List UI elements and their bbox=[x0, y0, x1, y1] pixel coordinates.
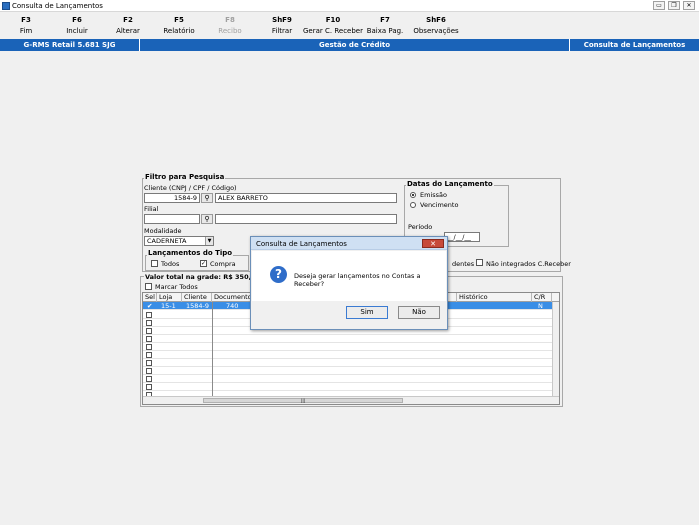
cliente-code-input[interactable]: 1584-9 bbox=[144, 193, 200, 203]
column-divider bbox=[212, 302, 213, 396]
row-select-checkbox[interactable] bbox=[146, 360, 152, 366]
row-select-checkbox[interactable] bbox=[146, 328, 152, 334]
todos-label: Todos bbox=[161, 260, 180, 268]
row-loja: 15-1 bbox=[161, 302, 176, 310]
row-select-checkbox[interactable] bbox=[146, 376, 152, 382]
cliente-name-input[interactable]: ALEX BARRETO bbox=[215, 193, 397, 203]
marcar-todos-label: Marcar Todos bbox=[155, 283, 198, 291]
filial-code-input[interactable] bbox=[144, 214, 200, 224]
row-select-checkbox[interactable] bbox=[146, 384, 152, 390]
row-cr: N bbox=[538, 302, 543, 310]
col-cr[interactable]: C/R bbox=[532, 293, 552, 302]
datas-group-title: Datas do Lançamento bbox=[406, 180, 494, 188]
cliente-label: Cliente (CNPJ / CPF / Código) bbox=[144, 184, 237, 192]
row-select-checkbox[interactable] bbox=[146, 312, 152, 318]
col-cliente[interactable]: Cliente bbox=[182, 293, 212, 302]
restore-icon[interactable]: ❐ bbox=[668, 1, 680, 10]
nao-button[interactable]: Não bbox=[398, 306, 440, 319]
dialog-close-icon[interactable]: ✕ bbox=[422, 239, 444, 248]
col-historico[interactable]: Histórico bbox=[457, 293, 532, 302]
close-icon[interactable]: ✕ bbox=[683, 1, 695, 10]
app-version: G-RMS Retail 5.681 SJG bbox=[0, 39, 140, 51]
modalidade-select[interactable]: CADERNETA ▼ bbox=[144, 236, 214, 246]
horizontal-scrollbar[interactable]: ||| bbox=[143, 396, 559, 404]
col-sel[interactable]: Sel bbox=[143, 293, 157, 302]
table-row[interactable] bbox=[143, 343, 553, 351]
filial-binoculars-icon[interactable]: ⚲ bbox=[201, 214, 213, 224]
table-row[interactable] bbox=[143, 375, 553, 383]
window-controls: ▭ ❐ ✕ bbox=[653, 1, 695, 10]
dialog-body: ? Deseja gerar lançamentos no Contas a R… bbox=[252, 251, 446, 301]
question-icon: ? bbox=[270, 266, 287, 283]
table-row[interactable] bbox=[143, 367, 553, 375]
filter-panel-title: Filtro para Pesquisa bbox=[144, 173, 226, 181]
total-label: Valor total na grade: R$ 350,00 bbox=[144, 273, 262, 281]
todos-checkbox[interactable] bbox=[151, 260, 158, 267]
filial-name-input[interactable] bbox=[215, 214, 397, 224]
row-select-checkbox[interactable] bbox=[146, 344, 152, 350]
table-row[interactable] bbox=[143, 351, 553, 359]
emissao-label: Emissão bbox=[420, 191, 447, 199]
sim-button[interactable]: Sim bbox=[346, 306, 388, 319]
marcar-todos-checkbox[interactable] bbox=[145, 283, 152, 290]
compra-checkbox[interactable]: ✓ bbox=[200, 260, 207, 267]
nao-integrados-label: Não integrados C.Receber bbox=[486, 260, 571, 268]
app-icon bbox=[2, 2, 10, 10]
toolbar-recibo-button[interactable]: F8 Recibo bbox=[200, 16, 260, 35]
row-select-checkbox[interactable]: ✔ bbox=[145, 302, 152, 310]
pendentes-label: dentes bbox=[452, 260, 475, 268]
toolbar-gerar-receber-button[interactable]: F10 Gerar C. Receber bbox=[303, 16, 363, 35]
toolbar-observacoes-button[interactable]: ShF6 Observações bbox=[406, 16, 466, 35]
dialog-title: Consulta de Lançamentos bbox=[256, 240, 347, 248]
dialog-message: Deseja gerar lançamentos no Contas a Rec… bbox=[294, 272, 421, 288]
binoculars-icon[interactable]: ⚲ bbox=[201, 193, 213, 203]
window-title: Consulta de Lançamentos bbox=[12, 2, 103, 10]
row-select-checkbox[interactable] bbox=[146, 336, 152, 342]
row-select-checkbox[interactable] bbox=[146, 368, 152, 374]
row-cliente: 1584-9 bbox=[186, 302, 210, 310]
modalidade-value: CADERNETA bbox=[147, 237, 187, 245]
row-select-checkbox[interactable] bbox=[146, 320, 152, 326]
tipo-group-title: Lançamentos do Tipo bbox=[147, 249, 234, 257]
table-row[interactable] bbox=[143, 359, 553, 367]
window-titlebar: Consulta de Lançamentos ▭ ❐ ✕ bbox=[0, 0, 699, 12]
screen-name: Consulta de Lançamentos bbox=[583, 41, 686, 49]
modalidade-label: Modalidade bbox=[144, 227, 182, 235]
row-select-checkbox[interactable] bbox=[146, 352, 152, 358]
periodo-label: Período bbox=[408, 223, 433, 231]
filial-label: Filial bbox=[144, 205, 159, 213]
vertical-scrollbar[interactable] bbox=[552, 302, 559, 396]
vencimento-label: Vencimento bbox=[420, 201, 459, 209]
function-toolbar: F3 Fim F6 Incluir F2 Alterar F5 Relatório F8… bbox=[0, 13, 699, 37]
compra-label: Compra bbox=[210, 260, 236, 268]
nao-integrados-checkbox[interactable] bbox=[476, 259, 483, 266]
module-name: Gestão de Crédito bbox=[140, 39, 570, 51]
scroll-thumb[interactable]: ||| bbox=[203, 398, 403, 403]
vencimento-radio[interactable] bbox=[410, 202, 416, 208]
col-loja[interactable]: Loja bbox=[157, 293, 182, 302]
table-row[interactable] bbox=[143, 383, 553, 391]
module-header-bar: G-RMS Retail 5.681 SJG Gestão de Crédito… bbox=[0, 39, 699, 51]
periodo-end-input[interactable]: __/__/__ bbox=[444, 232, 480, 242]
row-historico bbox=[459, 302, 461, 310]
row-documento: 740 bbox=[226, 302, 239, 310]
minimize-icon[interactable]: ▭ bbox=[653, 1, 665, 10]
table-row[interactable] bbox=[143, 335, 553, 343]
dialog-titlebar: Consulta de Lançamentos ✕ bbox=[251, 237, 447, 250]
emissao-radio[interactable] bbox=[410, 192, 416, 198]
chevron-down-icon: ▼ bbox=[205, 237, 213, 245]
confirm-dialog: Consulta de Lançamentos ✕ ? Deseja gerar… bbox=[250, 236, 448, 330]
